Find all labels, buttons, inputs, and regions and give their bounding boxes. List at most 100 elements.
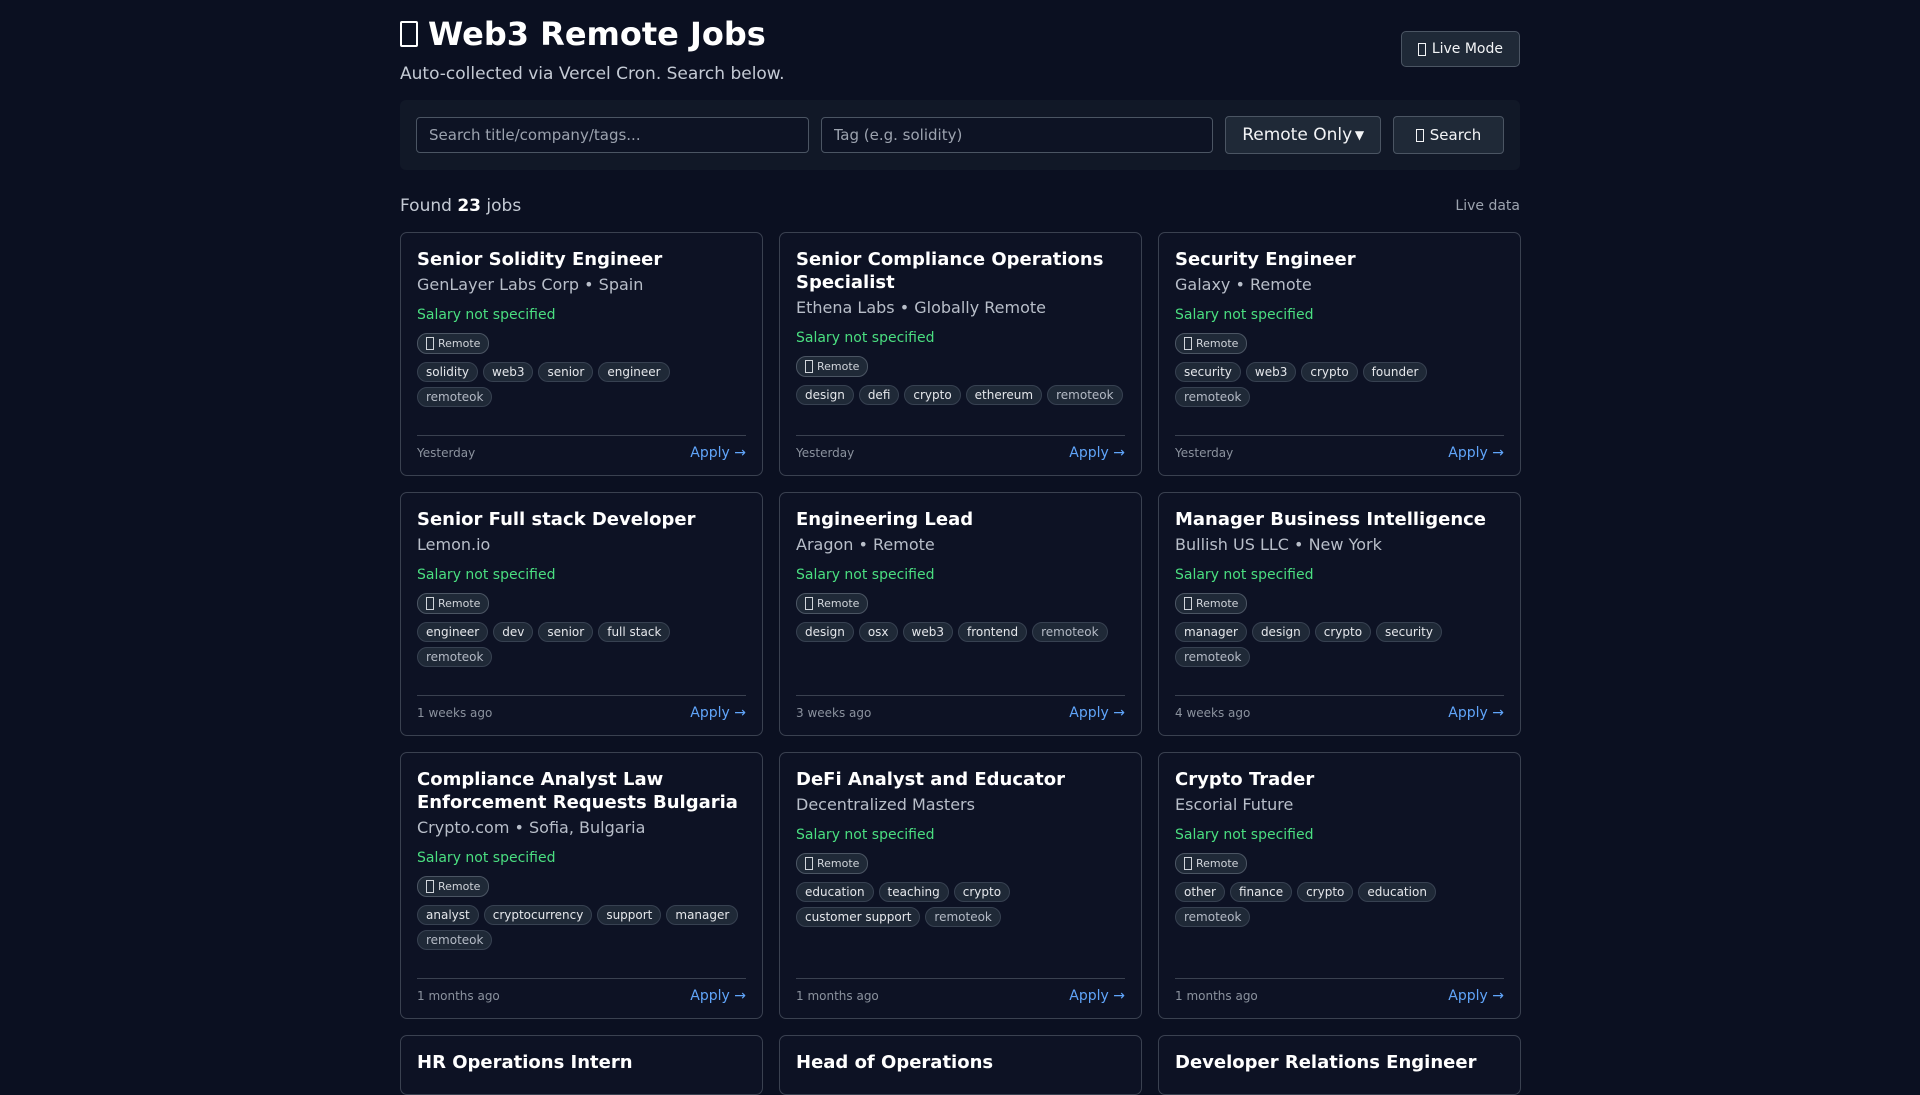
search-icon [1415, 128, 1424, 142]
tag: security [1376, 622, 1442, 642]
apply-link[interactable]: Apply → [1069, 705, 1125, 721]
apply-link[interactable]: Apply → [690, 705, 746, 721]
globe-icon [1184, 597, 1192, 610]
job-footer: 1 months ago Apply → [417, 978, 746, 1004]
tag: crypto [1301, 362, 1358, 382]
apply-link[interactable]: Apply → [690, 988, 746, 1004]
tag: founder [1362, 362, 1428, 382]
tag: remoteok [925, 907, 1001, 927]
tag-list: design osx web3 frontend remoteok [796, 622, 1125, 642]
tag: solidity [417, 362, 479, 382]
tag: defi [858, 385, 900, 405]
job-company: Bullish US LLC • New York [1175, 535, 1382, 554]
job-company: Lemon.io [417, 535, 491, 554]
tag: ethereum [965, 385, 1043, 405]
job-posted: 1 months ago [796, 989, 879, 1003]
apply-link[interactable]: Apply → [1448, 705, 1504, 721]
tag: other [1175, 882, 1225, 902]
remote-badge: Remote [417, 876, 490, 897]
tag: remoteok [417, 930, 493, 950]
tag: security [1175, 362, 1241, 382]
job-salary: Salary not specified [417, 567, 556, 583]
tag: crypto [904, 385, 961, 405]
job-title: Manager Business Intelligence [1175, 509, 1487, 530]
found-prefix: Found [400, 196, 452, 216]
job-title: Compliance Analyst Law Enforcement Reque… [417, 769, 738, 813]
data-source-label: Live data [1455, 198, 1520, 214]
job-salary: Salary not specified [796, 330, 935, 346]
apply-link[interactable]: Apply → [690, 445, 746, 461]
job-posted: Yesterday [1175, 446, 1234, 460]
job-salary: Salary not specified [1175, 827, 1314, 843]
globe-icon [805, 360, 813, 373]
tag: remoteok [417, 647, 493, 667]
job-card: Senior Compliance Operations Specialist … [779, 232, 1142, 476]
job-grid: Senior Solidity Engineer GenLayer Labs C… [400, 232, 1521, 1095]
apply-link[interactable]: Apply → [1069, 988, 1125, 1004]
tag: cryptocurrency [483, 905, 593, 925]
globe-icon [426, 880, 434, 893]
tag: engineer [598, 362, 670, 382]
tag-list: manager design crypto security remoteok [1175, 622, 1504, 667]
missing-glyph-icon [400, 21, 418, 47]
tag: senior [538, 362, 594, 382]
globe-icon [805, 597, 813, 610]
search-input[interactable] [416, 117, 809, 153]
tag: remoteok [1175, 647, 1251, 667]
job-card: Compliance Analyst Law Enforcement Reque… [400, 752, 763, 1019]
remote-badge: Remote [1175, 853, 1248, 874]
job-card: Head of Operations [779, 1035, 1142, 1095]
job-posted: Yesterday [417, 446, 476, 460]
remote-filter-select[interactable]: Remote Only ▼ [1225, 116, 1382, 154]
job-title: Engineering Lead [796, 509, 974, 530]
job-posted: 1 months ago [1175, 989, 1258, 1003]
tag-list: design defi crypto ethereum remoteok [796, 385, 1125, 405]
remote-badge: Remote [417, 593, 490, 614]
tag: remoteok [417, 387, 493, 407]
job-posted: Yesterday [796, 446, 855, 460]
tag-list: solidity web3 senior engineer remoteok [417, 362, 746, 407]
tag: manager [1175, 622, 1247, 642]
job-card: Crypto Trader Escorial Future Salary not… [1158, 752, 1521, 1019]
globe-icon [805, 857, 813, 870]
remote-filter-value: Remote Only [1242, 125, 1353, 145]
remote-badge: Remote [1175, 593, 1248, 614]
apply-link[interactable]: Apply → [1448, 445, 1504, 461]
job-company: Galaxy • Remote [1175, 275, 1312, 294]
tag-input[interactable] [820, 117, 1214, 153]
tag: finance [1229, 882, 1293, 902]
tag: full stack [598, 622, 671, 642]
tag: remoteok [1032, 622, 1108, 642]
apply-link[interactable]: Apply → [1069, 445, 1125, 461]
page-container: Web3 Remote Jobs Auto-collected via Verc… [400, 0, 1521, 1095]
tag-list: education teaching crypto customer suppo… [796, 882, 1125, 927]
tag-list: other finance crypto education remoteok [1175, 882, 1504, 927]
remote-badge-label: Remote [438, 597, 481, 610]
job-posted: 1 months ago [417, 989, 500, 1003]
globe-icon [1184, 857, 1192, 870]
tag: web3 [1245, 362, 1297, 382]
apply-link[interactable]: Apply → [1448, 988, 1504, 1004]
tag: education [796, 882, 874, 902]
remote-badge: Remote [796, 356, 869, 377]
globe-icon [1184, 337, 1192, 350]
found-count-text: Found 23 jobs [400, 196, 521, 216]
tag: education [1358, 882, 1436, 902]
page-subtitle: Auto-collected via Vercel Cron. Search b… [400, 64, 785, 84]
remote-badge: Remote [796, 853, 869, 874]
search-button[interactable]: Search [1393, 116, 1504, 154]
remote-badge-label: Remote [1196, 597, 1239, 610]
tag: analyst [417, 905, 479, 925]
remote-badge-label: Remote [1196, 337, 1239, 350]
live-mode-button[interactable]: Live Mode [1400, 31, 1520, 67]
job-footer: 3 weeks ago Apply → [796, 695, 1125, 721]
tag: customer support [796, 907, 921, 927]
search-button-label: Search [1429, 126, 1482, 144]
remote-badge: Remote [417, 333, 490, 354]
job-company: Escorial Future [1175, 795, 1294, 814]
tag: engineer [417, 622, 489, 642]
page-title-row: Web3 Remote Jobs [400, 14, 1520, 54]
tag: web3 [902, 622, 953, 642]
tag: design [1251, 622, 1310, 642]
job-card: Manager Business Intelligence Bullish US… [1158, 492, 1521, 736]
